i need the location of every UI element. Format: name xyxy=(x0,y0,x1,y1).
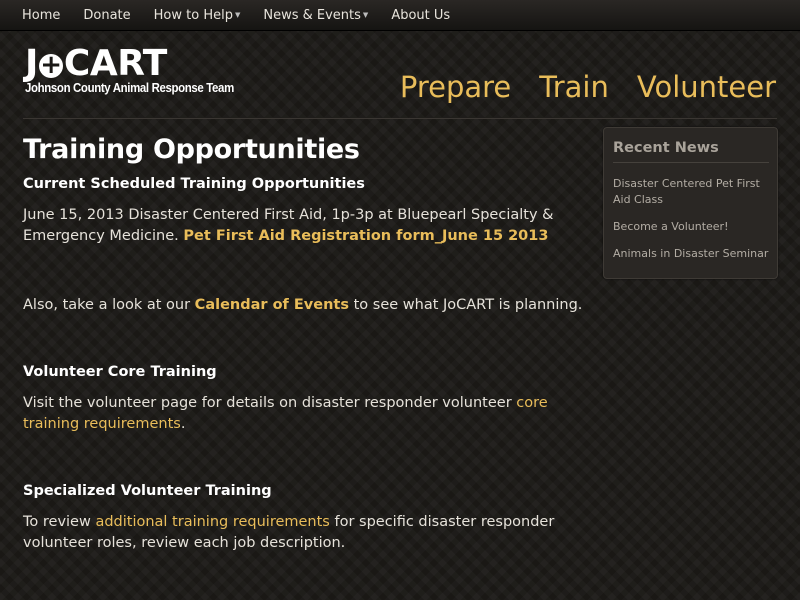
main-nav: Prepare Train Volunteer xyxy=(372,70,776,104)
logo-wordmark: J+CART xyxy=(25,46,262,82)
section-text-current-training: June 15, 2013 Disaster Centered First Ai… xyxy=(23,205,583,247)
section-text-specialized-training: To review additional training requiremen… xyxy=(23,512,583,554)
nav-train[interactable]: Train xyxy=(539,70,609,104)
nav-donate[interactable]: Donate xyxy=(83,8,130,23)
nav-home-label: Home xyxy=(22,7,61,23)
additional-training-link[interactable]: additional training requirements xyxy=(95,514,329,530)
main-content: Training Opportunities Current Scheduled… xyxy=(23,128,583,554)
nav-how-to-help[interactable]: How to Help ▼ xyxy=(154,8,241,23)
core-training-text-pre: Visit the volunteer page for details on … xyxy=(23,395,512,411)
calendar-text-post: to see what JoCART is planning. xyxy=(353,297,583,313)
news-item-pet-first-aid[interactable]: Disaster Centered Pet First Aid Class xyxy=(613,176,769,208)
logo-subtitle: Johnson County Animal Response Team xyxy=(25,80,234,95)
section-heading-specialized-training: Specialized Volunteer Training xyxy=(23,483,272,499)
nav-news-events-label: News & Events xyxy=(263,7,361,23)
calendar-of-events-link[interactable]: Calendar of Events xyxy=(195,297,349,313)
nav-about-us-label: About Us xyxy=(391,7,451,23)
registration-form-link[interactable]: Pet First Aid Registration form_June 15 … xyxy=(183,228,548,244)
nav-prepare[interactable]: Prepare xyxy=(400,70,511,104)
recent-news-divider xyxy=(613,162,769,163)
site-logo[interactable]: J+CART Johnson County Animal Response Te… xyxy=(25,46,262,95)
nav-news-events[interactable]: News & Events ▼ xyxy=(263,8,368,23)
section-text-core-training: Visit the volunteer page for details on … xyxy=(23,393,583,435)
nav-how-to-help-label: How to Help xyxy=(153,7,233,23)
nav-home[interactable]: Home xyxy=(22,8,60,23)
caret-down-icon: ▼ xyxy=(362,10,369,19)
logo-letters-cart: CART xyxy=(63,43,167,84)
section-heading-core-training: Volunteer Core Training xyxy=(23,364,217,380)
caret-down-icon: ▼ xyxy=(234,10,241,19)
header-divider xyxy=(23,118,777,119)
core-training-text-post: . xyxy=(180,416,186,432)
news-item-animals-disaster[interactable]: Animals in Disaster Seminar xyxy=(613,246,769,262)
recent-news-title: Recent News xyxy=(613,140,719,156)
nav-donate-label: Donate xyxy=(83,7,131,23)
specialized-text-pre: To review xyxy=(23,514,91,530)
calendar-text-pre: Also, take a look at our xyxy=(23,297,191,313)
recent-news-widget: Recent News Disaster Centered Pet First … xyxy=(603,127,778,279)
nav-about-us[interactable]: About Us xyxy=(391,8,450,23)
logo-letter-j: J xyxy=(25,43,38,84)
calendar-paragraph: Also, take a look at our Calendar of Eve… xyxy=(23,295,583,316)
section-heading-current-training: Current Scheduled Training Opportunities xyxy=(23,176,365,192)
page-title: Training Opportunities xyxy=(23,134,360,165)
plus-icon: + xyxy=(38,50,63,80)
top-navbar: Home Donate How to Help ▼ News & Events ▼ … xyxy=(0,0,800,31)
news-item-become-volunteer[interactable]: Become a Volunteer! xyxy=(613,219,769,235)
nav-volunteer[interactable]: Volunteer xyxy=(637,70,776,104)
